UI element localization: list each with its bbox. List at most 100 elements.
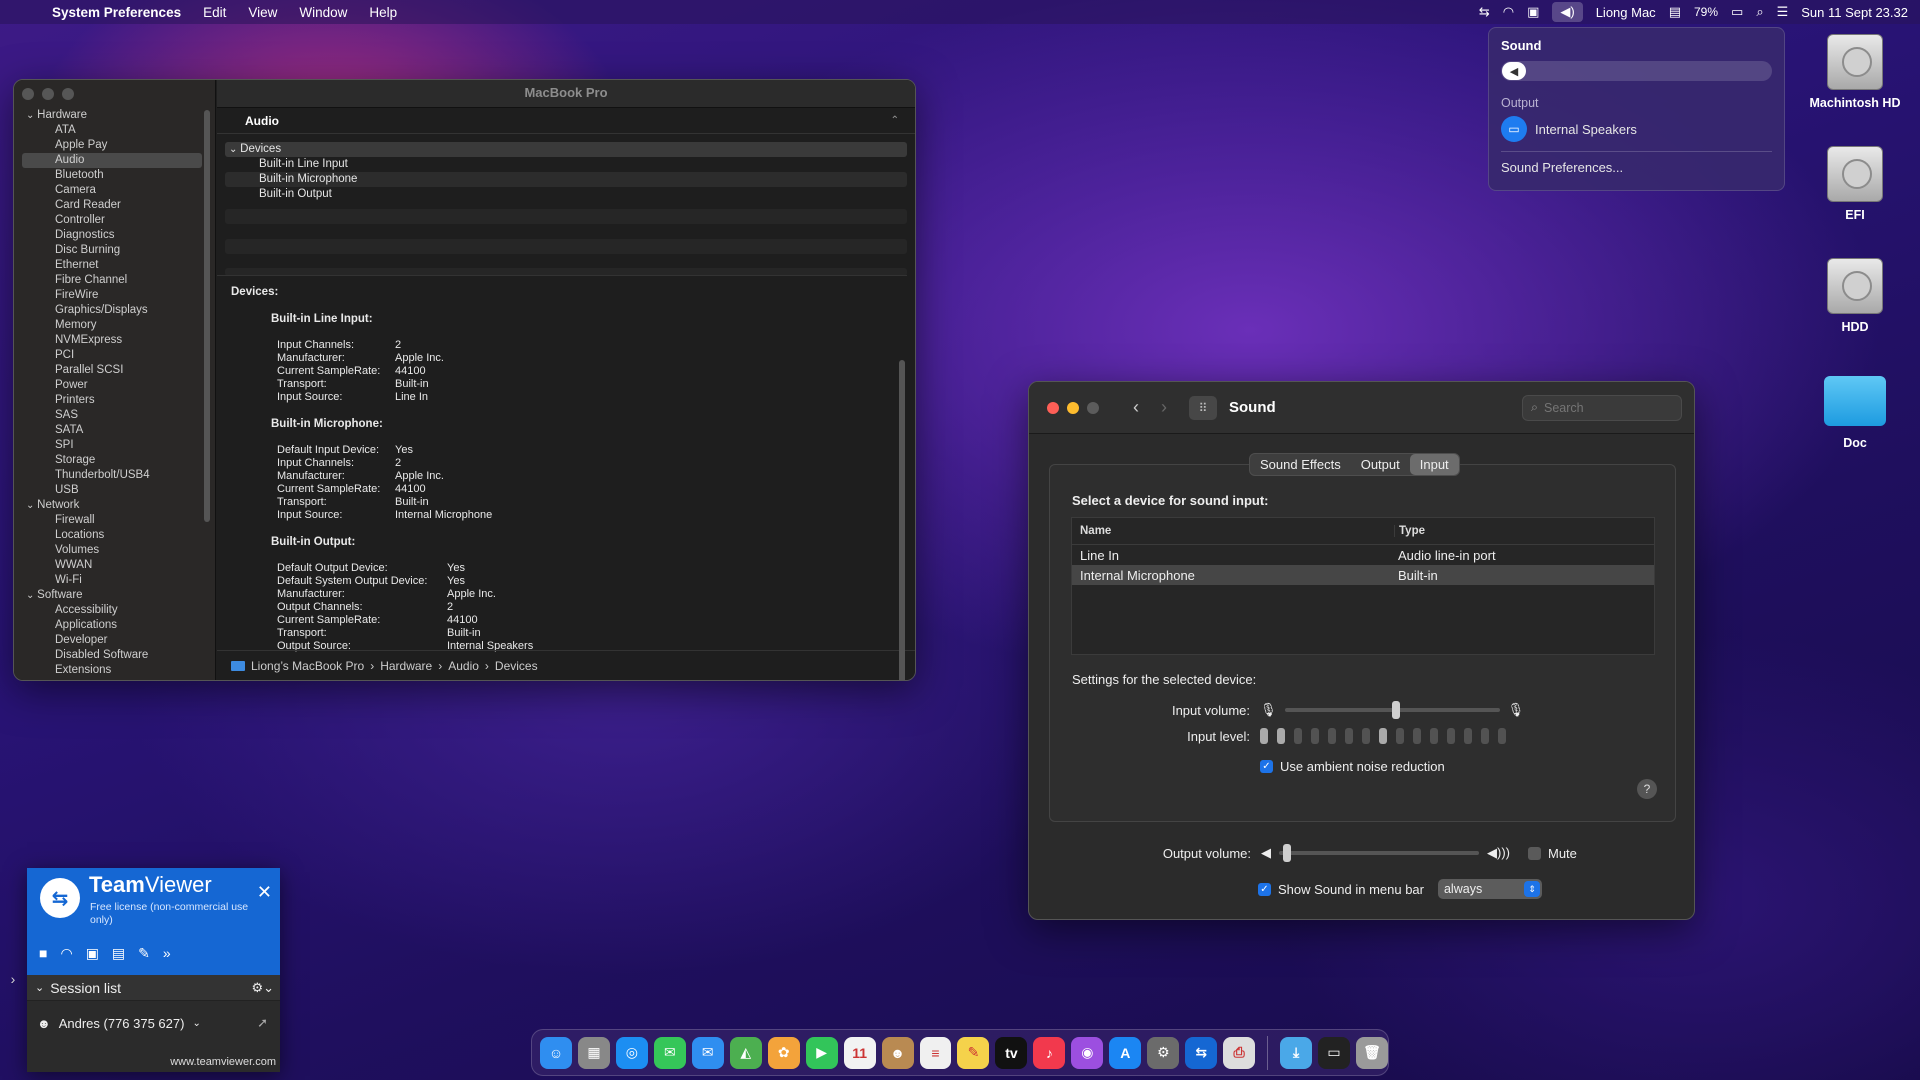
close-button[interactable]: [22, 88, 34, 100]
dock-music-icon[interactable]: ♪: [1033, 1036, 1066, 1069]
teamviewer-expand-icon[interactable]: ›: [0, 966, 26, 992]
tab-input[interactable]: Input: [1409, 454, 1459, 475]
output-volume-slider[interactable]: [1279, 844, 1479, 862]
breadcrumb-item[interactable]: Devices: [495, 659, 538, 673]
search-field[interactable]: ⌕: [1522, 394, 1682, 421]
tree-item[interactable]: Parallel SCSI: [22, 363, 202, 378]
dock-downloads-folder-icon[interactable]: ⤓: [1280, 1036, 1313, 1069]
desktop-icon-efi[interactable]: EFI: [1800, 146, 1910, 222]
close-button[interactable]: [1047, 401, 1059, 414]
tree-item[interactable]: Wi-Fi: [22, 573, 202, 588]
tree-item[interactable]: Camera: [22, 183, 202, 198]
tree-category[interactable]: Hardware: [22, 108, 202, 123]
tree-item[interactable]: Firewall: [22, 513, 202, 528]
tree-item[interactable]: Storage: [22, 453, 202, 468]
dock-mail-icon[interactable]: ✉: [691, 1036, 724, 1069]
slider-thumb[interactable]: [1283, 844, 1291, 862]
clock[interactable]: Sun 11 Sept 23.32: [1801, 5, 1908, 20]
table-row[interactable]: Line In Audio line-in port: [1072, 545, 1654, 565]
tab-output[interactable]: Output: [1351, 454, 1410, 475]
dock-messages-icon[interactable]: ✉: [653, 1036, 686, 1069]
cursor-icon[interactable]: ➚: [257, 1015, 268, 1031]
video-icon[interactable]: ■: [39, 945, 47, 962]
tree-item[interactable]: Disabled Software: [22, 648, 202, 663]
tree-item[interactable]: Bluetooth: [22, 168, 202, 183]
dock-tv-icon[interactable]: tv: [995, 1036, 1028, 1069]
devices-group[interactable]: Devices: [225, 142, 907, 157]
tree-item[interactable]: Graphics/Displays: [22, 303, 202, 318]
activity-icon[interactable]: ▣: [1527, 4, 1539, 20]
user-name[interactable]: Liong Mac: [1596, 5, 1656, 20]
tree-item[interactable]: USB: [22, 483, 202, 498]
sidebar-scrollbar[interactable]: [204, 110, 210, 522]
slider-thumb[interactable]: [1392, 701, 1401, 719]
forward-button[interactable]: ›: [1161, 397, 1167, 418]
ambient-noise-row[interactable]: ✓ Use ambient noise reduction: [1260, 759, 1445, 774]
tree-item[interactable]: Disc Burning: [22, 243, 202, 258]
show-all-grid-icon[interactable]: ⠿: [1189, 395, 1217, 420]
dock-finder-icon[interactable]: ☺: [540, 1036, 572, 1069]
column-header-name[interactable]: Name: [1072, 525, 1394, 537]
teamviewer-url[interactable]: www.teamviewer.com: [170, 1056, 276, 1068]
list-item[interactable]: Built-in Output: [225, 187, 907, 202]
menu-volume-slider[interactable]: ◀: [1501, 61, 1772, 81]
dock-notes-icon[interactable]: ✎: [957, 1036, 990, 1069]
wifi-icon[interactable]: ◠: [1503, 4, 1514, 20]
minimize-button[interactable]: [42, 88, 54, 100]
ambient-noise-checkbox[interactable]: ✓: [1260, 760, 1273, 773]
input-volume-slider[interactable]: [1284, 701, 1500, 719]
mute-checkbox[interactable]: [1528, 846, 1541, 860]
menu-view[interactable]: View: [237, 5, 288, 20]
back-button[interactable]: ‹: [1133, 397, 1139, 418]
menu-app-name[interactable]: System Preferences: [52, 5, 192, 20]
tree-item[interactable]: Memory: [22, 318, 202, 333]
dock-contacts-icon[interactable]: ☻: [881, 1036, 914, 1069]
tree-item[interactable]: SAS: [22, 408, 202, 423]
detail-scrollbar[interactable]: [899, 360, 905, 680]
list-item[interactable]: Built-in Line Input: [225, 157, 907, 172]
files-icon[interactable]: ▤: [112, 945, 125, 962]
tree-category[interactable]: Network: [22, 498, 202, 513]
tree-item[interactable]: Card Reader: [22, 198, 202, 213]
breadcrumb-item[interactable]: Liong’s MacBook Pro: [251, 659, 364, 673]
dock-photos-icon[interactable]: ✿: [767, 1036, 800, 1069]
dock-printer-icon[interactable]: ⎙: [1223, 1036, 1256, 1069]
tree-item[interactable]: Power: [22, 378, 202, 393]
minimize-button[interactable]: [1067, 401, 1079, 414]
tree-category[interactable]: Software: [22, 588, 202, 603]
show-sound-checkbox[interactable]: ✓: [1258, 882, 1271, 896]
dock-podcasts-icon[interactable]: ◉: [1071, 1036, 1104, 1069]
menu-help[interactable]: Help: [358, 5, 408, 20]
section-header[interactable]: Audio ⌃: [217, 108, 915, 134]
volume-icon[interactable]: ◀): [1552, 2, 1583, 22]
tree-item[interactable]: Locations: [22, 528, 202, 543]
tools-icon[interactable]: ✎: [138, 945, 150, 962]
dock-facetime-icon[interactable]: ▶: [805, 1036, 838, 1069]
dock-reminders-icon[interactable]: ≡: [919, 1036, 952, 1069]
dock-calendar-icon[interactable]: 11: [843, 1036, 876, 1069]
tree-item[interactable]: Printers: [22, 393, 202, 408]
tree-item[interactable]: NVMExpress: [22, 333, 202, 348]
dock-maps-icon[interactable]: ◭: [729, 1036, 762, 1069]
search-icon[interactable]: ⌕: [1756, 4, 1763, 20]
headset-icon[interactable]: ◠: [60, 945, 72, 962]
flag-icon[interactable]: ▤: [1669, 4, 1681, 20]
tree-item[interactable]: FireWire: [22, 288, 202, 303]
gear-icon[interactable]: ⚙⌄: [251, 980, 274, 996]
control-center-icon[interactable]: ☰: [1777, 4, 1789, 20]
teamviewer-icon[interactable]: ⇆: [1479, 4, 1490, 20]
tree-item[interactable]: Apple Pay: [22, 138, 202, 153]
tree-item[interactable]: Extensions: [22, 663, 202, 678]
dock-trash-icon[interactable]: 🗑: [1356, 1036, 1388, 1069]
list-item[interactable]: Built-in Microphone: [225, 172, 907, 187]
sound-preferences-link[interactable]: Sound Preferences...: [1501, 160, 1772, 175]
output-device-item[interactable]: ▭ Internal Speakers: [1501, 116, 1772, 142]
chevron-up-icon[interactable]: ⌃: [891, 115, 899, 126]
dock-screenshot-icon[interactable]: ▭: [1318, 1036, 1351, 1069]
dock-system-preferences-icon[interactable]: ⚙: [1147, 1036, 1180, 1069]
battery-icon[interactable]: ▭: [1731, 4, 1743, 20]
tree-item[interactable]: Applications: [22, 618, 202, 633]
tree-item[interactable]: WWAN: [22, 558, 202, 573]
chat-icon[interactable]: ▣: [86, 945, 99, 962]
tree-item[interactable]: Audio: [22, 153, 202, 168]
